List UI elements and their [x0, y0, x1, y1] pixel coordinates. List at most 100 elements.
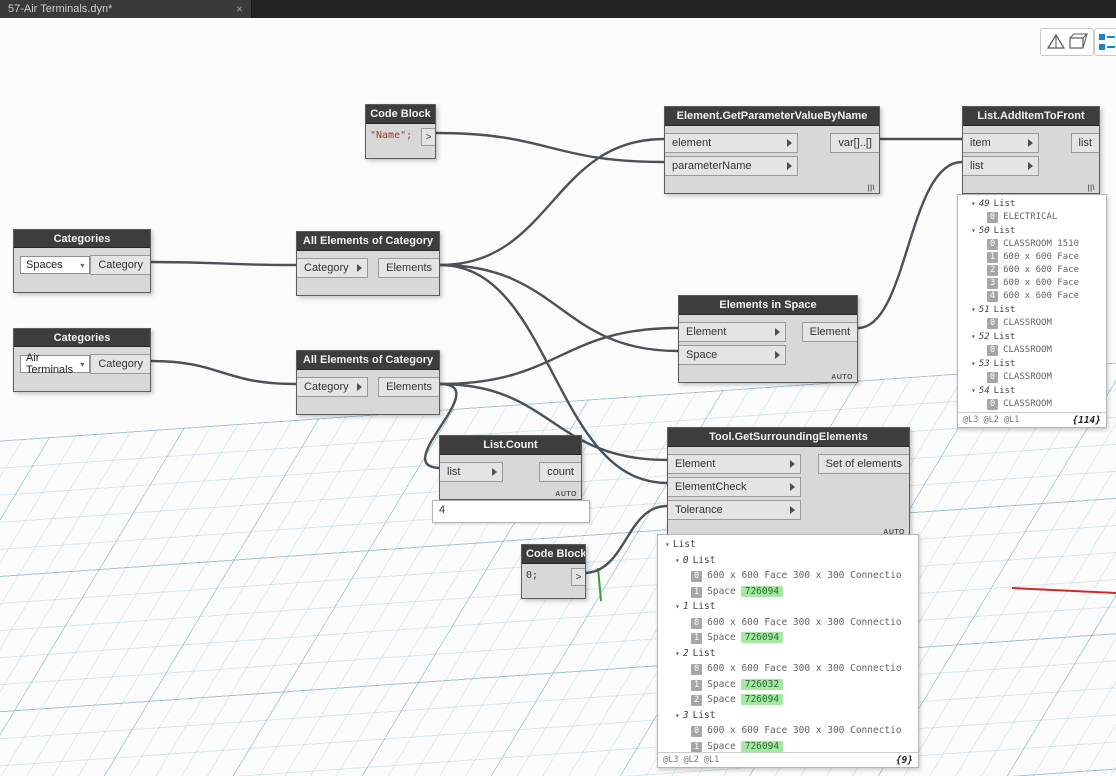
- node-title[interactable]: Element.GetParameterValueByName: [665, 107, 879, 126]
- geometry-preview-button[interactable]: [1040, 28, 1094, 56]
- input-port-category[interactable]: Category: [297, 377, 368, 397]
- tree-arrow-icon[interactable]: ▾: [971, 386, 976, 395]
- workspace-tab-title: 57-Air Terminals.dyn*: [8, 3, 113, 15]
- node-title[interactable]: List.AddItemToFront: [963, 107, 1099, 126]
- lacing-indicator[interactable]: ||\: [868, 185, 875, 192]
- preview-row[interactable]: ▾ 54 List: [961, 384, 1106, 398]
- tree-arrow-icon[interactable]: ▾: [971, 359, 976, 368]
- output-port-list[interactable]: list: [1070, 133, 1099, 153]
- wire[interactable]: [149, 359, 298, 386]
- output-port-var[interactable]: var[]..[]: [830, 133, 879, 153]
- wire[interactable]: [438, 263, 680, 353]
- category-dropdown[interactable]: Air Terminals ▾: [20, 352, 91, 376]
- preview-row[interactable]: ▾ 52 List: [961, 330, 1106, 344]
- tree-arrow-icon[interactable]: ▾: [675, 711, 680, 720]
- lacing-indicator[interactable]: ||\: [1088, 185, 1095, 192]
- input-port-space[interactable]: Space: [679, 345, 786, 365]
- wire[interactable]: [149, 260, 298, 267]
- node-additemtofront[interactable]: List.AddItemToFront item list list ||\: [962, 106, 1100, 194]
- preview-row[interactable]: ▾ 53 List: [961, 357, 1106, 371]
- node-codeblock-zero[interactable]: Code Block 0; >: [521, 544, 586, 599]
- output-port-elements[interactable]: Elements: [378, 258, 439, 278]
- tree-arrow-icon[interactable]: ▾: [971, 226, 976, 235]
- input-port-element[interactable]: Element: [679, 322, 786, 342]
- tree-arrow-icon[interactable]: ▾: [675, 602, 680, 611]
- element-id-badge: 726094: [740, 740, 784, 752]
- output-port-category[interactable]: Category: [90, 255, 150, 275]
- input-port-list[interactable]: list: [440, 462, 504, 482]
- graph-view-button[interactable]: [1094, 28, 1116, 56]
- node-listcount[interactable]: List.Count list count AUTO: [439, 435, 582, 500]
- node-title[interactable]: Code Block: [366, 105, 435, 124]
- input-port-item[interactable]: item: [963, 133, 1040, 153]
- tree-arrow-icon[interactable]: ▾: [675, 649, 680, 658]
- index-badge: 0: [987, 372, 999, 383]
- tree-arrow-icon[interactable]: ▾: [971, 332, 976, 341]
- output-port-setofelements[interactable]: Set of elements: [817, 454, 909, 474]
- node-title[interactable]: Code Block: [522, 545, 585, 564]
- codeblock-text[interactable]: 0;: [522, 568, 542, 583]
- close-icon[interactable]: ×: [236, 3, 243, 15]
- wire[interactable]: [438, 137, 666, 267]
- node-allelements-spaces[interactable]: All Elements of Category Category Elemen…: [296, 231, 440, 296]
- node-title[interactable]: Tool.GetSurroundingElements: [668, 428, 909, 447]
- preview-bubble-getsurroundingelements[interactable]: ▾ List ▾ 0 List 0 600 x 600 Face 300 x 300 Con…: [657, 534, 919, 768]
- input-port-element[interactable]: element: [665, 133, 798, 153]
- input-port-tolerance[interactable]: Tolerance: [668, 500, 801, 520]
- node-categories-spaces[interactable]: Categories Spaces ▾ Category: [13, 229, 151, 293]
- input-port-category[interactable]: Category: [297, 258, 368, 278]
- node-categories-airterminals[interactable]: Categories Air Terminals ▾ Category: [13, 328, 151, 392]
- wire[interactable]: [434, 131, 666, 164]
- node-title[interactable]: All Elements of Category: [297, 351, 439, 370]
- tree-arrow-icon[interactable]: ▾: [665, 540, 670, 549]
- input-port-parametername[interactable]: parameterName: [665, 156, 798, 176]
- preview-row[interactable]: ▾ 50 List: [961, 224, 1106, 238]
- node-title[interactable]: Elements in Space: [679, 296, 857, 315]
- workspace-tab[interactable]: 57-Air Terminals.dyn* ×: [0, 0, 252, 18]
- item-text: CLASSROOM: [1003, 345, 1052, 355]
- preview-row[interactable]: ▾ 0 List: [661, 553, 918, 569]
- tree-arrow-icon[interactable]: ▾: [971, 305, 976, 314]
- output-port[interactable]: >: [421, 128, 435, 146]
- wire[interactable]: [438, 326, 680, 386]
- preview-row[interactable]: ▾ 51 List: [961, 303, 1106, 317]
- lacing-indicator[interactable]: AUTO: [555, 491, 577, 498]
- category-dropdown[interactable]: Spaces ▾: [20, 256, 91, 274]
- graph-canvas[interactable]: Code Block "Name"; > Element.GetParamete…: [0, 18, 1116, 776]
- node-title[interactable]: Categories: [14, 230, 150, 248]
- preview-bubble-additemtofront[interactable]: ▾ 49 List 0 ELECTRICAL ▾ 50 List 0 CLASSROOM 1510…: [957, 194, 1107, 428]
- node-getsurroundingelements[interactable]: Tool.GetSurroundingElements Element Set …: [667, 427, 910, 538]
- node-title[interactable]: List.Count: [440, 436, 581, 455]
- preview-row[interactable]: ▾ 3 List: [661, 708, 918, 724]
- input-port-list[interactable]: list: [963, 156, 1040, 176]
- preview-row[interactable]: ▾ 49 List: [961, 197, 1106, 211]
- output-port-element[interactable]: Element: [801, 322, 857, 342]
- node-title[interactable]: All Elements of Category: [297, 232, 439, 251]
- preview-row: 2 600 x 600 Face: [961, 264, 1106, 277]
- codeblock-text[interactable]: "Name";: [366, 128, 416, 143]
- lacing-indicator[interactable]: AUTO: [831, 374, 853, 381]
- wire[interactable]: [582, 504, 669, 575]
- node-codeblock-name[interactable]: Code Block "Name"; >: [365, 104, 436, 159]
- preview-row: 0 600 x 600 Face 300 x 300 Connectio: [661, 723, 918, 739]
- list-label: List: [993, 199, 1016, 209]
- output-port-category[interactable]: Category: [90, 354, 150, 374]
- output-port[interactable]: >: [571, 568, 585, 586]
- node-elementsinspace[interactable]: Elements in Space Element Element Space …: [678, 295, 858, 383]
- preview-row[interactable]: ▾ 2 List: [661, 646, 918, 662]
- node-allelements-airterminals[interactable]: All Elements of Category Category Elemen…: [296, 350, 440, 415]
- tree-arrow-icon[interactable]: ▾: [971, 199, 976, 208]
- preview-row[interactable]: ▾ List: [661, 537, 918, 553]
- output-port-elements[interactable]: Elements: [378, 377, 439, 397]
- preview-row[interactable]: ▾ 1 List: [661, 599, 918, 615]
- node-getparametervaluebyname[interactable]: Element.GetParameterValueByName element …: [664, 106, 880, 194]
- output-port-count[interactable]: count: [539, 462, 581, 482]
- listcount-preview-value[interactable]: 4: [432, 500, 590, 523]
- input-port-elementcheck[interactable]: ElementCheck: [668, 477, 801, 497]
- tree-arrow-icon[interactable]: ▾: [675, 556, 680, 565]
- port-label: Category: [98, 259, 143, 271]
- node-title[interactable]: Categories: [14, 329, 150, 347]
- item-text: 600 x 600 Face 300 x 300 Connectio: [707, 570, 902, 581]
- list-label: List: [692, 647, 716, 659]
- input-port-element[interactable]: Element: [668, 454, 801, 474]
